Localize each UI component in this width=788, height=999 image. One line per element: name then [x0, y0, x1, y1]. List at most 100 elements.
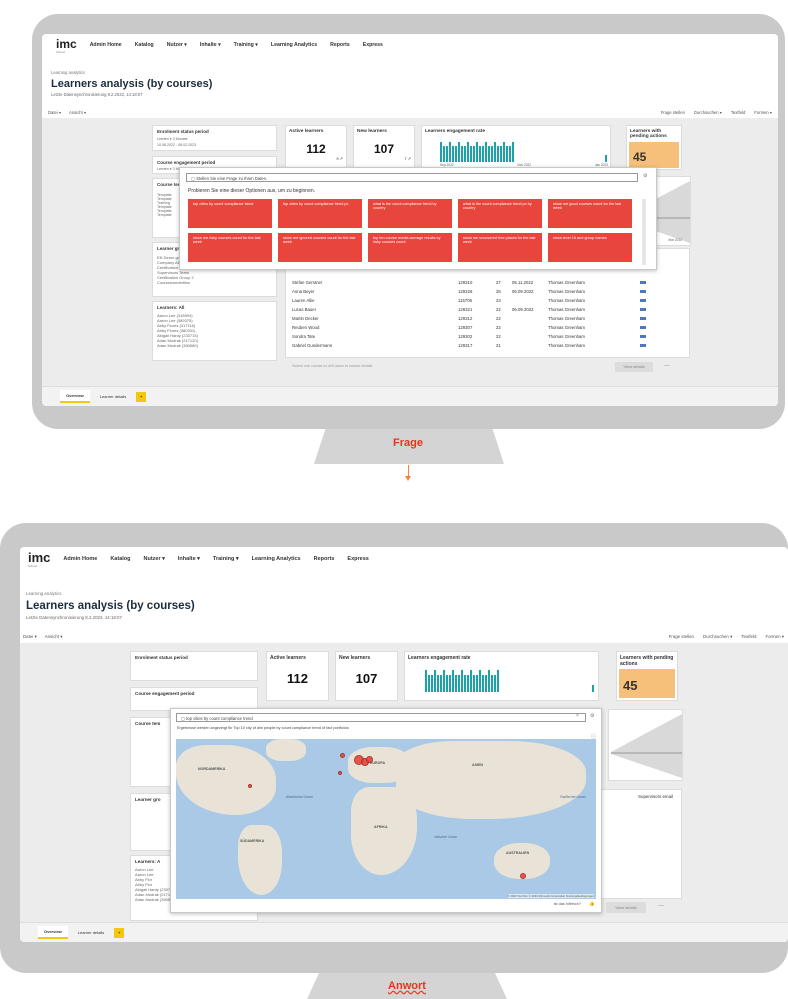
qa-suggestion-button[interactable]: show me good courses count for the last …	[548, 199, 632, 228]
more-button[interactable]: ···	[654, 902, 668, 913]
engagement-bar[interactable]	[446, 674, 448, 692]
nav-reports[interactable]: Reports	[330, 42, 350, 48]
qa-settings-icon[interactable]: ⚙	[643, 173, 647, 179]
engagement-bar[interactable]	[592, 684, 594, 692]
engagement-bar[interactable]	[428, 674, 430, 692]
shapes-button[interactable]: Formen ▾	[754, 110, 772, 115]
table-row[interactable]: Martin Decker 129312 22 Thomas Greenham	[292, 316, 646, 321]
nav-learning-analytics[interactable]: Learning Analytics	[271, 42, 317, 48]
engagement-bar[interactable]	[452, 670, 454, 692]
supervisors-header[interactable]: Supervisors email	[638, 794, 673, 799]
engagement-bar[interactable]	[605, 155, 607, 162]
view-details-button[interactable]: View details	[606, 902, 646, 913]
engagement-bar[interactable]	[476, 142, 478, 162]
textbox-button[interactable]: Textfeld	[731, 110, 745, 115]
logo[interactable]: imc Scheer	[56, 37, 77, 54]
menu-ansicht[interactable]: Ansicht ▾	[69, 110, 86, 115]
nav-training[interactable]: Training ▾	[234, 42, 258, 48]
engagement-bar[interactable]	[467, 674, 469, 692]
engagement-bar[interactable]	[482, 146, 484, 162]
shapes-button[interactable]: Formen ▾	[765, 634, 784, 640]
trend-chart-card[interactable]	[608, 709, 683, 781]
engagement-bar[interactable]	[488, 670, 490, 692]
table-row[interactable]: Anna Beyer 129326 25 06.09.2022 Thomas Green…	[292, 289, 646, 294]
engagement-bar[interactable]	[491, 674, 493, 692]
logo[interactable]: imc Scheer	[28, 550, 50, 568]
engagement-bar[interactable]	[461, 146, 463, 162]
city-bubble[interactable]	[520, 873, 526, 879]
breadcrumb[interactable]: Learning analytics	[51, 70, 85, 75]
engagement-rate-card[interactable]: Learners engagement rate	[404, 651, 599, 701]
engagement-rate-card[interactable]: Learners engagement rate Sep 2022 Nov 20…	[421, 125, 611, 170]
engagement-bar[interactable]	[494, 142, 496, 162]
group-item[interactable]: Coursewonderfliss	[157, 280, 272, 285]
city-bubble[interactable]	[340, 753, 345, 758]
textbox-button[interactable]: Textfeld	[741, 634, 756, 640]
nav-inhalte[interactable]: Inhalte ▾	[200, 42, 221, 48]
nav-inhalte[interactable]: Inhalte ▾	[178, 556, 200, 562]
menu-ansicht[interactable]: Ansicht ▾	[45, 634, 63, 640]
engagement-bar[interactable]	[491, 146, 493, 162]
engagement-bar[interactable]	[485, 142, 487, 162]
engagement-bar[interactable]	[440, 674, 442, 692]
nav-admin-home[interactable]: Admin Home	[90, 42, 122, 48]
tab-learner-details[interactable]: Learner details	[94, 391, 132, 402]
engagement-bar[interactable]	[458, 674, 460, 692]
table-row[interactable]: Reuben Wood 129307 22 Thomas Greenham	[292, 325, 646, 330]
engagement-bar[interactable]	[455, 674, 457, 692]
engagement-bar[interactable]	[452, 146, 454, 162]
engagement-bar[interactable]	[467, 142, 469, 162]
menu-datei[interactable]: Datei ▾	[23, 634, 37, 640]
breadcrumb[interactable]: Learning analytics	[26, 591, 61, 596]
engagement-bar[interactable]	[470, 146, 472, 162]
engagement-bar[interactable]	[473, 674, 475, 692]
mail-icon[interactable]	[640, 335, 646, 338]
city-bubble[interactable]	[366, 756, 373, 763]
engagement-bar[interactable]	[461, 670, 463, 692]
engagement-bar[interactable]	[425, 670, 427, 692]
view-details-button[interactable]: View details	[615, 362, 653, 372]
engagement-bar[interactable]	[443, 670, 445, 692]
qa-query-input[interactable]: ▢ top cities by count compliance trend	[176, 713, 586, 722]
table-row[interactable]: Sondra Tate 129302 22 Thomas Greenham	[292, 334, 646, 339]
active-learners-card[interactable]: Active learners 112	[266, 651, 329, 701]
mail-icon[interactable]	[640, 290, 646, 293]
city-bubble[interactable]	[248, 784, 252, 788]
engagement-bar[interactable]	[485, 674, 487, 692]
clear-query-icon[interactable]: ×	[576, 713, 579, 719]
nav-nutzer[interactable]: Nutzer ▾	[167, 42, 187, 48]
nav-express[interactable]: Express	[347, 556, 368, 562]
qa-scrollbar[interactable]	[642, 199, 646, 265]
mail-icon[interactable]	[640, 317, 646, 320]
engagement-bar[interactable]	[479, 146, 481, 162]
qa-suggestion-button[interactable]: show me uncovered free places for the la…	[458, 233, 542, 262]
table-row[interactable]: Lauren Allie 115706 23 Thomas Greenham	[292, 298, 646, 303]
qa-settings-icon[interactable]: ⚙	[590, 713, 594, 719]
thumbs-icon[interactable]: 👍	[589, 901, 595, 907]
engagement-bar[interactable]	[434, 670, 436, 692]
more-button[interactable]: ···	[660, 362, 674, 372]
engagement-bar[interactable]	[509, 146, 511, 162]
engagement-bar[interactable]	[497, 146, 499, 162]
mail-icon[interactable]	[640, 308, 646, 311]
mail-icon[interactable]	[640, 299, 646, 302]
table-row[interactable]: Stefan Gerstner 129310 27 05.11.2022 Thomas …	[292, 280, 646, 285]
qa-suggestion-button[interactable]: show me ignored courses count for the la…	[278, 233, 362, 262]
nav-nutzer[interactable]: Nutzer ▾	[144, 556, 165, 562]
learners-filter[interactable]: Learners: All Aaron Lee (318994) Aaron L…	[152, 301, 277, 361]
nav-training[interactable]: Training ▾	[213, 556, 239, 562]
engagement-bar[interactable]	[458, 142, 460, 162]
engagement-bar[interactable]	[479, 670, 481, 692]
nav-learning-analytics[interactable]: Learning Analytics	[252, 556, 301, 562]
new-learners-card[interactable]: New learners 107	[335, 651, 398, 701]
ask-question-button[interactable]: Frage stellen	[669, 634, 694, 640]
engagement-bar[interactable]	[449, 674, 451, 692]
table-row[interactable]: Gabriel Gundermann 129317 21 Thomas Greenha…	[292, 343, 646, 348]
engagement-bar[interactable]	[437, 674, 439, 692]
ask-question-button[interactable]: Frage stellen	[661, 110, 685, 115]
mail-icon[interactable]	[640, 326, 646, 329]
qa-suggestion-button[interactable]: show level 15 and group names	[548, 233, 632, 262]
qa-suggestion-button[interactable]: what is the count compliance trend by co…	[368, 199, 452, 228]
tab-learner-details[interactable]: Learner details	[72, 927, 110, 938]
enrolment-filter-range[interactable]: Letzten ▾ 3 Monate	[157, 137, 272, 141]
